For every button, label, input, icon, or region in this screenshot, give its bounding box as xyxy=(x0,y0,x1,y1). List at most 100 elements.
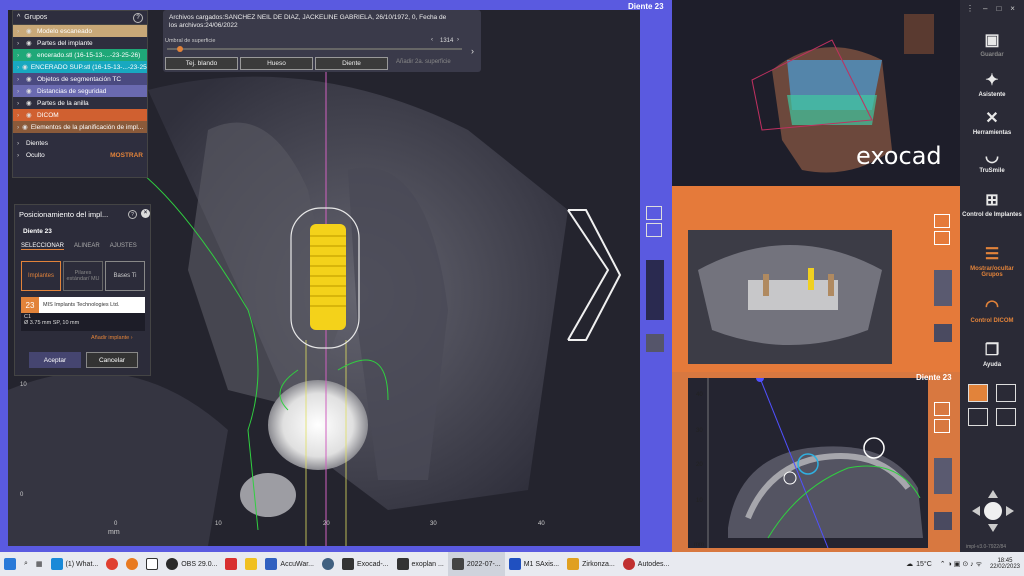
eye-icon[interactable]: ◉ xyxy=(22,123,28,131)
accept-button[interactable]: Aceptar xyxy=(29,352,81,368)
help-icon[interactable]: ? xyxy=(128,210,137,219)
trusmile-button[interactable]: ◡ TruSmile xyxy=(960,146,1024,174)
taskbar-app[interactable] xyxy=(142,552,162,576)
show-hide-groups-button[interactable]: ☰ Mostrar/ocultar Grupos xyxy=(960,244,1024,278)
group-row[interactable]: › ◉ ENCERADO SUP.stl (16-15-13-...-23-25-.… xyxy=(13,61,147,73)
help-button[interactable]: ❒ Ayuda xyxy=(960,340,1024,368)
view-thumbnail[interactable] xyxy=(934,324,952,342)
layout-single-icon[interactable] xyxy=(996,384,1016,402)
group-row[interactable]: › ◉ Elementos de la planificación de impl.… xyxy=(13,121,147,133)
ti-bases-button[interactable]: Bases Ti xyxy=(105,261,145,291)
taskbar-app[interactable]: (1) What... xyxy=(47,552,103,576)
slider-handle[interactable] xyxy=(177,46,183,52)
soft-tissue-button[interactable]: Tej. blando xyxy=(165,57,238,70)
panoramic-options[interactable] xyxy=(934,214,952,250)
taskbar-app[interactable]: M1 SAxis... xyxy=(505,552,563,576)
axial-view[interactable]: Diente 23 40 30 20 10 mm xyxy=(672,372,960,552)
taskbar-app[interactable]: Autodes... xyxy=(619,552,674,576)
search-button[interactable]: ⌕ xyxy=(20,552,32,576)
dicom-control-button[interactable]: ◠ Control DICOM xyxy=(960,296,1024,324)
taskbar-app[interactable] xyxy=(122,552,142,576)
group-row[interactable]: › ◉ Partes de la anilla xyxy=(13,97,147,109)
taskbar-app[interactable]: AccuWar... xyxy=(261,552,318,576)
wizard-button[interactable]: ✦ Asistente xyxy=(960,70,1024,98)
group-row[interactable]: › ◉ Partes del implante xyxy=(13,37,147,49)
eye-icon[interactable]: ◉ xyxy=(22,63,28,71)
taskbar-app[interactable]: Zirkonza... xyxy=(563,552,619,576)
windows-taskbar[interactable]: ⌕ ▦ (1) What... OBS 29.0... AccuWar... E… xyxy=(0,552,1024,576)
save-button[interactable]: ▣ Guardar xyxy=(960,30,1024,58)
start-button[interactable] xyxy=(0,552,20,576)
implant-tabs[interactable]: SELECCIONAR ALINEAR AJUSTES xyxy=(21,243,137,250)
tooth-button[interactable]: Diente xyxy=(315,57,388,70)
taskbar-app[interactable] xyxy=(221,552,241,576)
minimize-icon[interactable]: – xyxy=(983,4,987,13)
navigation-cube[interactable] xyxy=(970,488,1016,534)
implant-positioning-panel[interactable]: Posicionamiento del impl... ? × Diente 2… xyxy=(14,204,151,376)
groups-panel[interactable]: ^ Grupos ? › ◉ Modelo escaneado › ◉ Partes de… xyxy=(12,10,148,178)
view-thumbnail[interactable] xyxy=(934,512,952,530)
task-view-button[interactable]: ▦ xyxy=(32,552,47,576)
list-icon[interactable] xyxy=(934,214,950,228)
list-icon[interactable] xyxy=(934,402,950,416)
group-row[interactable]: › ◉ Objetos de segmentación TC xyxy=(13,73,147,85)
view-thumbnails[interactable] xyxy=(934,458,952,494)
chevron-right-icon[interactable]: › xyxy=(457,37,459,43)
taskbar-app[interactable] xyxy=(241,552,261,576)
right-toolbar[interactable]: ⋮ – □ × ▣ Guardar ✦ Asistente ✕ Herramienta… xyxy=(960,0,1024,552)
layout-icon[interactable] xyxy=(934,231,950,245)
clock[interactable]: 18:45 22/02/2023 xyxy=(986,552,1024,576)
layout-triple-icon[interactable] xyxy=(996,408,1016,426)
maximize-icon[interactable]: □ xyxy=(996,4,1001,13)
taskbar-app-active[interactable]: 2022-07-... xyxy=(447,552,505,576)
chevron-left-icon[interactable]: ‹ xyxy=(431,37,433,43)
abutments-button[interactable]: Pilares estándar/ MU xyxy=(63,261,103,291)
threshold-slider[interactable] xyxy=(167,46,462,52)
implants-button[interactable]: Implantes xyxy=(21,261,61,291)
close-icon[interactable]: × xyxy=(1010,4,1015,13)
layout-split-icon[interactable] xyxy=(968,408,988,426)
view-options-icons[interactable] xyxy=(646,206,666,246)
implant-control-button[interactable]: ⊞ Control de Implantes xyxy=(960,190,1024,218)
tab-seleccionar[interactable]: SELECCIONAR xyxy=(21,243,65,250)
tools-button[interactable]: ✕ Herramientas xyxy=(960,108,1024,136)
weather-widget[interactable]: ☁ 15°C xyxy=(902,552,936,576)
eye-icon[interactable]: ◉ xyxy=(26,27,34,35)
eye-icon[interactable]: ◉ xyxy=(26,75,34,83)
tab-alinear[interactable]: ALINEAR xyxy=(74,243,100,250)
eye-icon[interactable]: ◉ xyxy=(26,51,34,59)
add-surface-button[interactable]: Añadir 2a. superficie xyxy=(396,59,451,65)
group-row[interactable]: › ◉ encerado.stl (16-15-13-...-23-25-26) xyxy=(13,49,147,61)
view-thumbnails[interactable] xyxy=(934,270,952,306)
close-icon[interactable]: × xyxy=(141,209,150,218)
oculto-row[interactable]: › Oculto MOSTRAR xyxy=(13,149,147,161)
file-info-panel[interactable]: Archivos cargados:SANCHEZ NEIL DE DIAZ, … xyxy=(163,10,481,72)
menu-icon[interactable]: ⋮ xyxy=(966,4,974,13)
cancel-button[interactable]: Cancelar xyxy=(86,352,138,368)
eye-icon[interactable]: ◉ xyxy=(26,39,34,47)
chevron-up-icon[interactable]: ^ xyxy=(17,14,20,21)
implant-selection[interactable]: 23 MIS Implants Technologies Ltd. xyxy=(21,297,145,313)
layout-icon[interactable] xyxy=(934,419,950,433)
window-controls[interactable]: ⋮ – □ × xyxy=(966,4,1015,13)
group-row[interactable]: › ◉ DICOM xyxy=(13,109,147,121)
mostrar-button[interactable]: MOSTRAR xyxy=(110,152,143,159)
view-thumbnail[interactable] xyxy=(646,334,664,352)
help-icon[interactable]: ? xyxy=(133,12,143,23)
groups-header[interactable]: ^ Grupos ? xyxy=(13,11,147,25)
layout-icon[interactable] xyxy=(646,223,662,237)
expand-chevron-icon[interactable]: › xyxy=(471,46,474,56)
group-row[interactable]: › ◉ Modelo escaneado xyxy=(13,25,147,37)
bone-button[interactable]: Hueso xyxy=(240,57,313,70)
group-row[interactable]: › ◉ Distancias de seguridad xyxy=(13,85,147,97)
list-icon[interactable] xyxy=(646,206,662,220)
panoramic-view[interactable] xyxy=(672,186,960,372)
eye-icon[interactable]: ◉ xyxy=(26,111,34,119)
taskbar-app[interactable]: Exocad-... xyxy=(338,552,393,576)
system-tray[interactable]: ⌃ ◑ ▣ ⊙ ♪ ᯤ xyxy=(936,552,986,576)
taskbar-app[interactable]: OBS 29.0... xyxy=(162,552,221,576)
eye-icon[interactable]: ◉ xyxy=(26,87,34,95)
taskbar-app[interactable] xyxy=(102,552,122,576)
taskbar-app[interactable]: exoplan ... xyxy=(393,552,448,576)
taskbar-app[interactable] xyxy=(318,552,338,576)
